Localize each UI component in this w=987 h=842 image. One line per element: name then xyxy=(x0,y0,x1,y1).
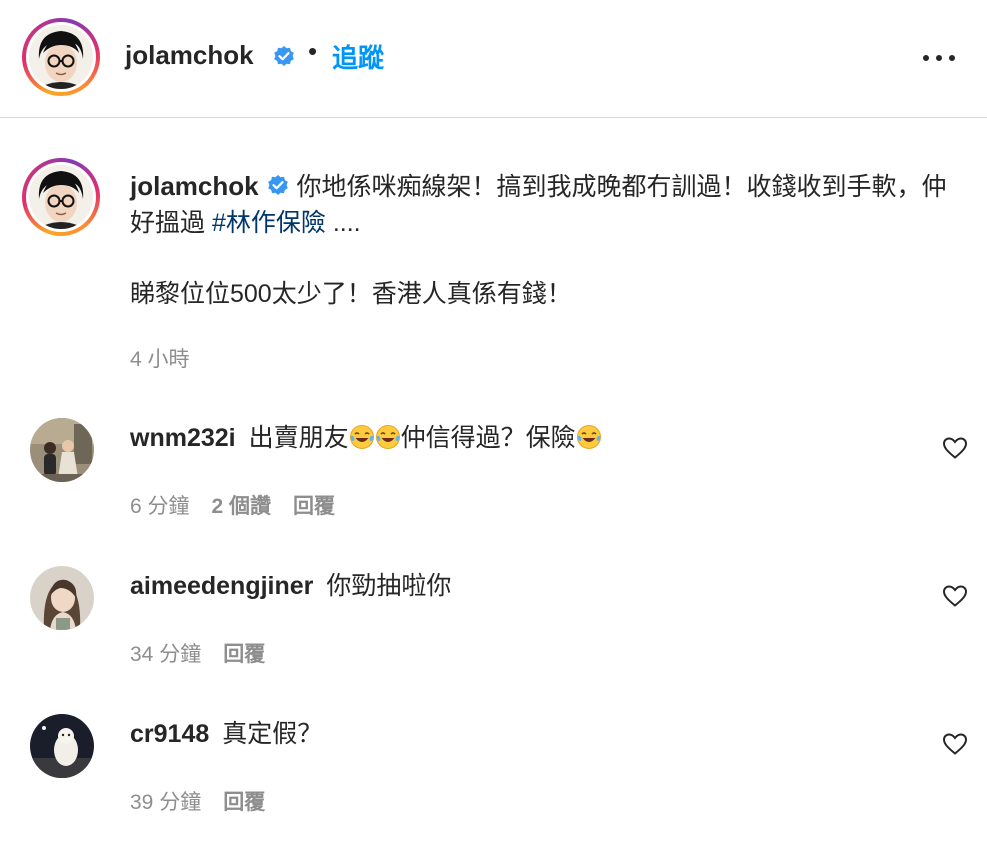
story-ring-avatar[interactable] xyxy=(22,18,100,96)
comment-body: 你勁抽啦你 xyxy=(326,572,452,600)
comment-avatar-aimeedengjiner[interactable] xyxy=(30,566,94,630)
caption-timestamp[interactable]: 4 小時 xyxy=(130,348,190,371)
comment-avatar-wnm232i[interactable] xyxy=(30,418,94,482)
caption-meta: 4 小時 xyxy=(130,343,190,373)
avatar xyxy=(29,165,93,229)
heart-icon[interactable] xyxy=(942,436,968,460)
comment-timestamp[interactable]: 39 分鐘 xyxy=(130,791,201,814)
heart-icon[interactable] xyxy=(942,732,968,756)
header-username[interactable]: jolamchok xyxy=(125,40,254,71)
tears-of-joy-emoji-icon xyxy=(349,425,374,449)
caption-avatar[interactable] xyxy=(22,158,100,236)
heart-icon[interactable] xyxy=(942,584,968,608)
reply-button[interactable]: 回覆 xyxy=(293,495,335,518)
caption-ellipsis: .... xyxy=(332,209,361,237)
tears-of-joy-emoji-icon xyxy=(576,425,601,449)
comment-1-text: wnm232i 出賣朋友 仲信得過？保險 xyxy=(130,420,602,456)
comment-timestamp[interactable]: 6 分鐘 xyxy=(130,495,190,518)
reply-button[interactable]: 回覆 xyxy=(223,791,265,814)
caption-text: jolamchok 你地係咪痴線架！搞到我成晚都冇訓過！收錢收到手軟，仲好搵過 … xyxy=(130,168,960,241)
post-header: jolamchok • 追蹤 xyxy=(0,0,987,118)
follow-button[interactable]: 追蹤 xyxy=(332,38,384,75)
comment-body: 仲信得過？保險 xyxy=(400,424,576,452)
comment-username[interactable]: cr9148 xyxy=(130,720,209,748)
tears-of-joy-emoji-icon xyxy=(375,425,400,449)
comment-1-meta: 6 分鐘 2 個讚 回覆 xyxy=(130,490,357,520)
comment-2-meta: 34 分鐘 回覆 xyxy=(130,638,287,668)
comment-timestamp[interactable]: 34 分鐘 xyxy=(130,643,201,666)
separator-dot: • xyxy=(308,36,318,66)
comment-body: 真定假？ xyxy=(222,720,323,748)
comment-avatar-cr9148[interactable] xyxy=(30,714,94,778)
comment-likes[interactable]: 2 個讚 xyxy=(212,495,272,518)
comment-3-text: cr9148 真定假？ xyxy=(130,716,322,752)
comment-username[interactable]: aimeedengjiner xyxy=(130,572,313,600)
verified-badge-icon xyxy=(267,175,288,195)
comment-username[interactable]: wnm232i xyxy=(130,424,236,452)
more-horizontal-icon[interactable] xyxy=(921,48,957,68)
verified-badge-icon xyxy=(274,46,294,66)
comment-3-meta: 39 分鐘 回覆 xyxy=(130,786,287,816)
caption-username[interactable]: jolamchok xyxy=(130,171,259,201)
comment-body: 出賣朋友 xyxy=(248,424,349,452)
comment-2-text: aimeedengjiner 你勁抽啦你 xyxy=(130,568,451,604)
caption-line-2: 睇黎位位500太少了！香港人真係有錢！ xyxy=(130,280,572,308)
avatar xyxy=(29,25,93,89)
reply-button[interactable]: 回覆 xyxy=(223,643,265,666)
hashtag-link[interactable]: #林作保險 xyxy=(212,209,326,237)
